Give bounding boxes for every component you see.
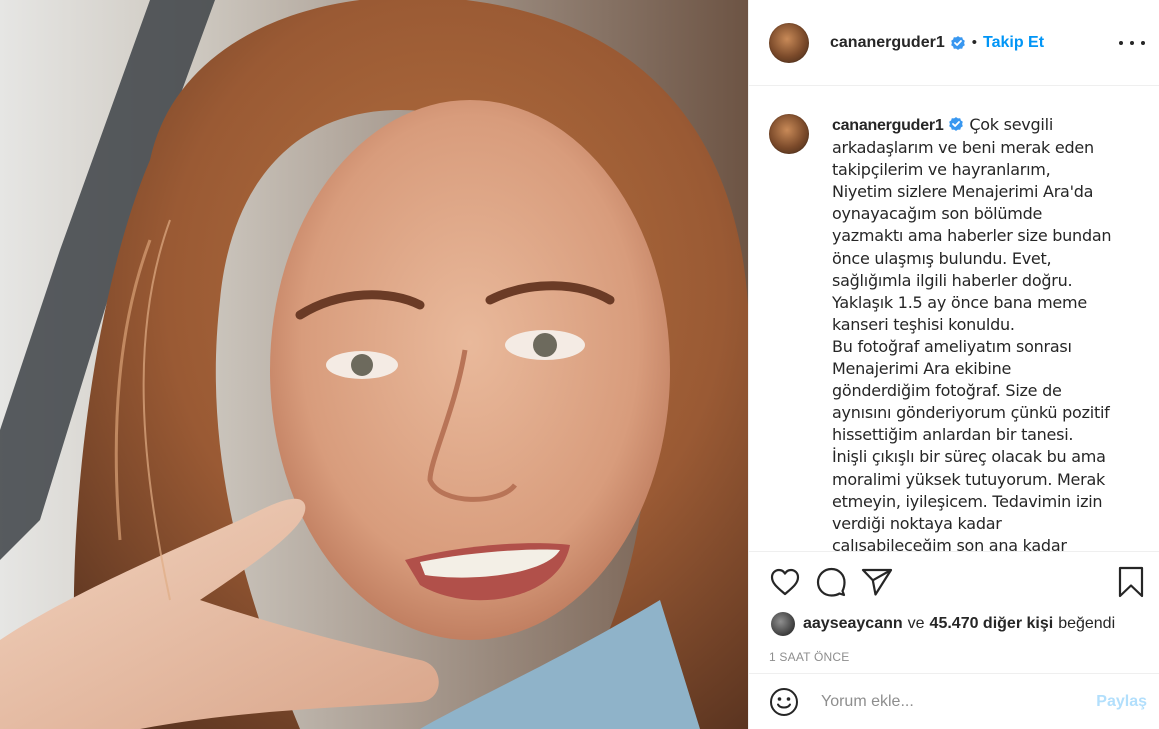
add-comment-bar: Paylaş — [749, 673, 1159, 729]
post-caption: cananerguder1 Çok sevgili arkadaşlarım v… — [832, 114, 1112, 551]
post-side-panel: cananerguder1 • Takip Et cananerguder1 Ç — [748, 0, 1159, 729]
caption-row: cananerguder1 Çok sevgili arkadaşlarım v… — [769, 114, 1143, 551]
caption-author-avatar[interactable] — [769, 114, 809, 154]
likes-summary: aayseaycann ve 45.470 diğer kişi beğendi — [749, 612, 1159, 636]
liker-avatar[interactable] — [771, 612, 795, 636]
separator-dot: • — [971, 34, 977, 51]
liker-username[interactable]: aayseaycann — [803, 615, 903, 633]
author-username[interactable]: cananerguder1 — [830, 34, 945, 52]
post-comment-button[interactable]: Paylaş — [1096, 693, 1147, 711]
action-bar — [749, 552, 1159, 612]
caption-username[interactable]: cananerguder1 — [832, 117, 944, 134]
likes-count[interactable]: 45.470 diğer kişi — [930, 615, 1054, 633]
comments-section[interactable]: cananerguder1 Çok sevgili arkadaşlarım v… — [749, 86, 1159, 551]
post-photo[interactable] — [0, 0, 748, 729]
verified-badge-icon — [950, 35, 965, 50]
selfie-image — [0, 0, 748, 729]
verified-badge-icon — [949, 117, 964, 131]
caption-text: Çok sevgili arkadaşlarım ve beni merak e… — [832, 115, 1112, 551]
post-header: cananerguder1 • Takip Et — [749, 0, 1159, 86]
heart-icon[interactable] — [769, 566, 801, 598]
bookmark-icon[interactable] — [1115, 566, 1147, 598]
comment-icon[interactable] — [815, 566, 847, 598]
likes-suffix: beğendi — [1058, 615, 1116, 632]
smiley-icon[interactable] — [769, 687, 799, 717]
more-options-icon[interactable] — [1119, 30, 1145, 56]
comment-input[interactable] — [819, 691, 1097, 712]
actions-area: aayseaycann ve 45.470 diğer kişi beğendi… — [749, 551, 1159, 729]
author-avatar[interactable] — [769, 22, 809, 63]
paper-plane-icon[interactable] — [861, 566, 893, 598]
likes-connector: ve — [907, 615, 925, 632]
follow-button[interactable]: Takip Et — [983, 34, 1044, 52]
instagram-post: cananerguder1 • Takip Et cananerguder1 Ç — [0, 0, 1159, 729]
post-timestamp[interactable]: 1 SAAT ÖNCE — [749, 636, 1159, 664]
